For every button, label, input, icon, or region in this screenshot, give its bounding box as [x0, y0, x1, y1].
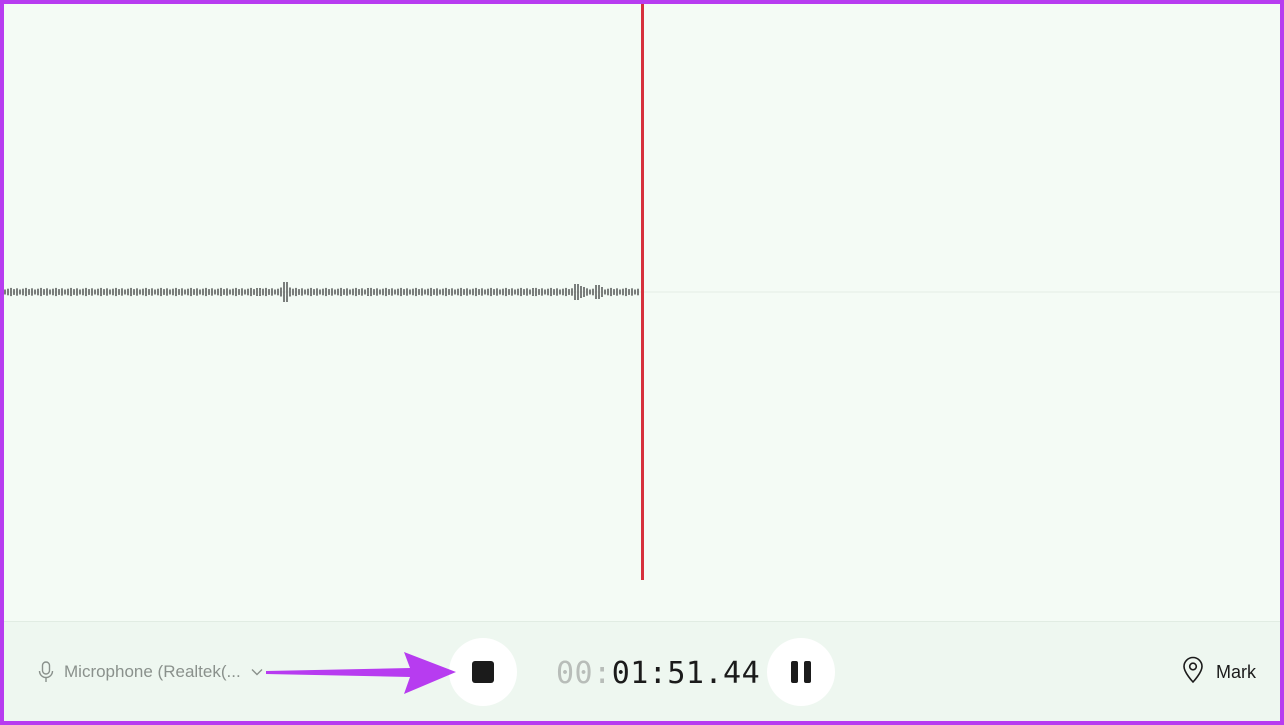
stop-icon	[472, 661, 494, 683]
microphone-icon	[38, 661, 54, 683]
timer-hours: 00:	[556, 656, 612, 691]
control-bar: Microphone (Realtek(... 00: 01:51.44 Mar…	[4, 621, 1280, 721]
mark-button[interactable]: Mark	[1182, 656, 1256, 688]
recording-timer: 00: 01:51.44	[556, 656, 760, 692]
voice-recorder-window: Microphone (Realtek(... 00: 01:51.44 Mar…	[4, 4, 1280, 721]
playhead[interactable]	[641, 4, 644, 580]
mark-label: Mark	[1216, 661, 1256, 682]
pause-icon	[791, 661, 811, 683]
location-pin-icon	[1182, 656, 1204, 689]
stop-button[interactable]	[449, 638, 517, 706]
chevron-down-icon	[251, 668, 263, 676]
timer-elapsed: 01:51.44	[611, 656, 761, 691]
pause-button[interactable]	[767, 638, 835, 706]
microphone-select[interactable]: Microphone (Realtek(...	[38, 660, 263, 684]
waveform-area	[4, 4, 1280, 621]
microphone-label: Microphone (Realtek(...	[64, 662, 241, 681]
